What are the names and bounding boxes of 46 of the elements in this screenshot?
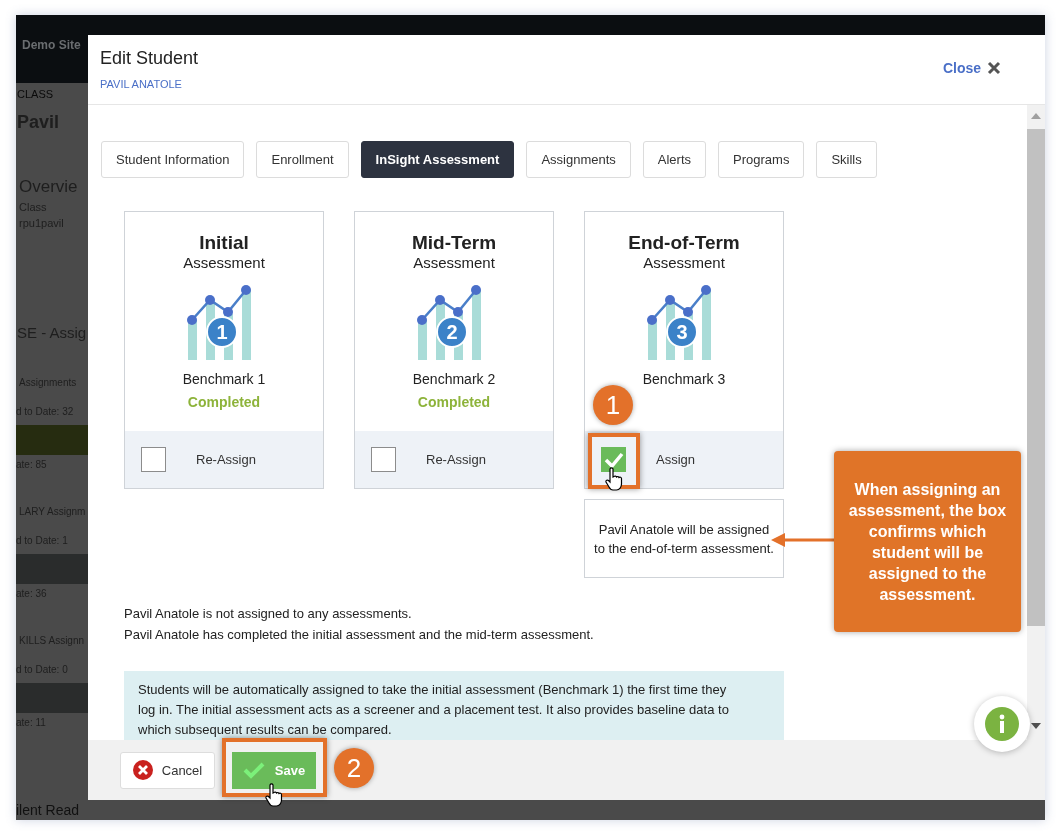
- checkbox-label: Re-Assign: [196, 452, 256, 467]
- close-button[interactable]: Close: [942, 60, 1001, 76]
- card-subtitle: Assessment: [413, 254, 495, 272]
- card-title: End-of-Term: [628, 232, 740, 254]
- scroll-up-icon[interactable]: [1031, 113, 1041, 119]
- cancel-button[interactable]: Cancel: [120, 751, 215, 789]
- benchmark-label: Benchmark 2: [412, 370, 496, 388]
- card-subtitle: Assessment: [643, 254, 725, 272]
- checkbox-label: Re-Assign: [426, 452, 486, 467]
- confirmation-text: Pavil Anatole will be assigned to the end-of-term assessment.: [593, 520, 775, 558]
- section-heading: ilent Read: [16, 802, 81, 818]
- tab[interactable]: Skills: [816, 141, 877, 178]
- cancel-icon: [132, 760, 153, 780]
- tab[interactable]: InSight Assessment: [360, 141, 515, 178]
- checkbox[interactable]: [601, 447, 626, 472]
- benchmark-label: Benchmark 1: [182, 370, 266, 388]
- site-title: Demo Site: [22, 38, 81, 52]
- tab[interactable]: Assignments: [526, 141, 631, 178]
- scroll-down-icon[interactable]: [1031, 723, 1041, 729]
- breadcrumb: CLASS: [16, 88, 55, 100]
- benchmark-label: Benchmark 3: [642, 370, 726, 388]
- status-text: Pavil Anatole has completed the initial assessment and the mid-term assessment.: [124, 626, 595, 644]
- checkbox-label: Assign: [656, 452, 696, 467]
- tab[interactable]: Programs: [718, 141, 805, 178]
- status-label: Completed: [417, 393, 491, 412]
- card-title: Initial: [199, 232, 249, 254]
- card-title: Mid-Term: [411, 232, 497, 254]
- scrollbar[interactable]: [1027, 105, 1045, 740]
- tab[interactable]: Alerts: [642, 141, 707, 178]
- scroll-thumb[interactable]: [1027, 129, 1045, 626]
- status-label: Completed: [187, 393, 261, 412]
- info-text: Students will be automatically assigned to take the initial assessment (Benchmark 1) the first time they log in. The initial assessment acts as a screener and a placement test. It also provides baseline data to which subsequent results can be compared.: [138, 682, 729, 737]
- tab[interactable]: Enrollment: [256, 141, 349, 178]
- dialog-title: Edit Student: [100, 48, 199, 69]
- status-text: Pavil Anatole is not assigned to any assessments.: [124, 605, 413, 623]
- info-icon: [985, 707, 1019, 741]
- checkbox[interactable]: [371, 447, 396, 472]
- card-subtitle: Assessment: [183, 254, 265, 272]
- close-icon: [987, 61, 1001, 75]
- callout-text: When assigning an assessment, the box confirms which student will be assigned to the assessment.: [847, 479, 1008, 605]
- tab[interactable]: Student Information: [101, 141, 245, 178]
- hand-cursor-icon: [265, 783, 283, 807]
- check-icon: [242, 761, 265, 779]
- student-subtitle: PAVIL ANATOLE: [100, 78, 183, 90]
- checkbox[interactable]: [141, 447, 166, 472]
- hand-cursor-icon: [605, 467, 623, 491]
